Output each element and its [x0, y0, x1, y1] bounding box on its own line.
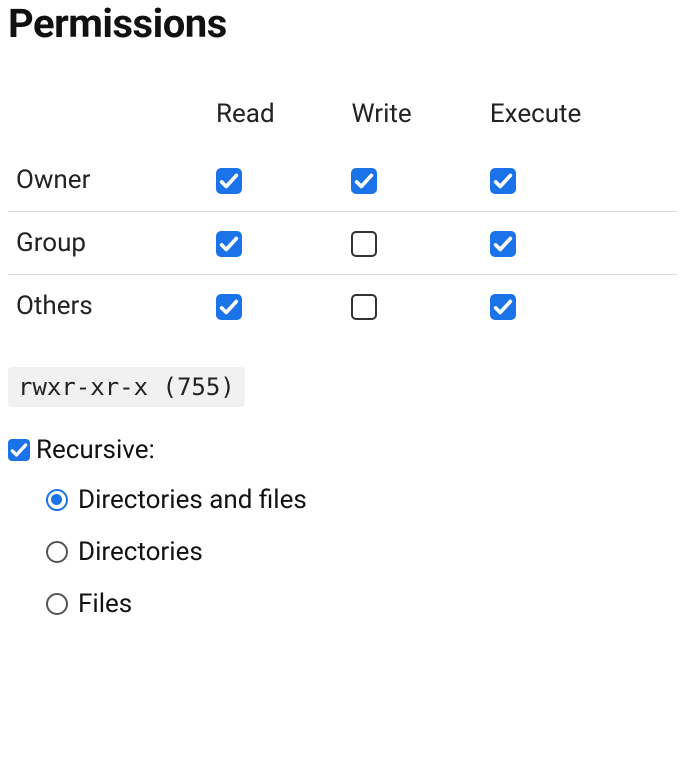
- col-read: Read: [208, 87, 343, 149]
- perm-owner-read-checkbox[interactable]: [216, 168, 242, 194]
- perm-group-read-checkbox[interactable]: [216, 231, 242, 257]
- scope-option-label: Directories and files: [78, 485, 307, 515]
- row-label: Group: [8, 212, 208, 275]
- scope-option-files[interactable]: Files: [46, 589, 677, 619]
- recursive-label: Recursive:: [36, 435, 155, 465]
- mode-string: rwxr-xr-x (755): [8, 367, 245, 407]
- perm-row-others: Others: [8, 275, 677, 338]
- row-label: Owner: [8, 149, 208, 212]
- scope-radio-group: Directories and files Directories Files: [8, 485, 677, 619]
- perm-owner-write-checkbox[interactable]: [351, 168, 377, 194]
- scope-option-dirs[interactable]: Directories: [46, 537, 677, 567]
- radio-icon: [46, 593, 68, 615]
- scope-option-label: Directories: [78, 537, 203, 567]
- perm-others-read-checkbox[interactable]: [216, 294, 242, 320]
- perm-owner-execute-checkbox[interactable]: [490, 168, 516, 194]
- recursive-checkbox[interactable]: [8, 439, 30, 461]
- perm-row-owner: Owner: [8, 149, 677, 212]
- perm-row-group: Group: [8, 212, 677, 275]
- perm-others-execute-checkbox[interactable]: [490, 294, 516, 320]
- col-execute: Execute: [482, 87, 677, 149]
- radio-icon: [46, 541, 68, 563]
- col-write: Write: [343, 87, 481, 149]
- page-title: Permissions: [8, 0, 677, 47]
- perm-group-write-checkbox[interactable]: [351, 231, 377, 257]
- scope-option-label: Files: [78, 589, 132, 619]
- radio-icon: [46, 489, 68, 511]
- scope-option-both[interactable]: Directories and files: [46, 485, 677, 515]
- perm-group-execute-checkbox[interactable]: [490, 231, 516, 257]
- permissions-table: Read Write Execute OwnerGroupOthers: [8, 87, 677, 337]
- perm-others-write-checkbox[interactable]: [351, 294, 377, 320]
- row-label: Others: [8, 275, 208, 338]
